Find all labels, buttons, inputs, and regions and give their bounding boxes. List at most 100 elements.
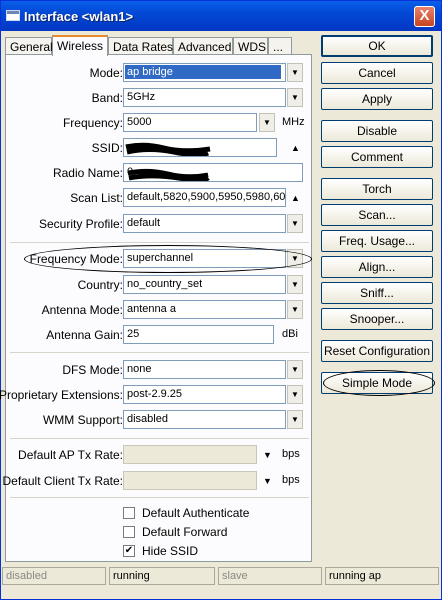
proprietary-extensions-dropdown-icon[interactable]: ▼	[287, 385, 303, 404]
ssid-collapse-icon[interactable]: ▲	[291, 143, 300, 153]
frequency-mode-select[interactable]: superchannel	[123, 249, 286, 268]
country-select[interactable]: no_country_set	[123, 275, 286, 294]
ok-button[interactable]: OK	[321, 35, 433, 57]
tab-data-rates[interactable]: Data Rates	[108, 37, 173, 55]
antenna-gain-unit: dBi	[282, 328, 298, 340]
ssid-label: SSID:	[91, 141, 123, 155]
scan-button[interactable]: Scan...	[321, 204, 433, 226]
scan-list-row: Scan List: default,5820,5900,5950,5980,6…	[6, 188, 313, 208]
frequency-row: Frequency: 5000 ▼ MHz	[6, 113, 313, 133]
snooper-button[interactable]: Snooper...	[321, 308, 433, 330]
band-label: Band:	[91, 91, 123, 105]
wmm-support-row: WMM Support: disabled ▼	[6, 410, 313, 430]
frequency-input[interactable]: 5000	[123, 113, 257, 132]
divider	[10, 438, 309, 439]
close-button[interactable]: X	[414, 6, 435, 27]
radio-name-row: Radio Name: 0	[6, 163, 313, 183]
tab-wds[interactable]: WDS	[233, 37, 268, 55]
radio-name-input[interactable]: 0	[123, 163, 303, 182]
apply-button[interactable]: Apply	[321, 88, 433, 110]
redaction-scribble-icon	[127, 168, 210, 181]
band-dropdown-icon[interactable]: ▼	[287, 88, 303, 107]
security-profile-label: Security Profile:	[38, 217, 123, 231]
cancel-button[interactable]: Cancel	[321, 62, 433, 84]
checkbox-box[interactable]: ✔	[123, 545, 135, 557]
comment-button[interactable]: Comment	[321, 146, 433, 168]
status-running: running	[109, 567, 215, 585]
antenna-gain-row: Antenna Gain: 25 dBi	[6, 325, 313, 345]
antenna-mode-row: Antenna Mode: antenna a ▼	[6, 300, 313, 320]
checkbox-box[interactable]	[123, 507, 135, 519]
tab-more[interactable]: ...	[268, 37, 292, 55]
simple-mode-button[interactable]: Simple Mode	[321, 372, 433, 394]
mode-select[interactable]: ap bridge	[123, 63, 286, 82]
redaction-scribble-icon	[125, 142, 211, 156]
antenna-mode-label: Antenna Mode:	[41, 303, 123, 317]
disable-button[interactable]: Disable	[321, 120, 433, 142]
default-ap-tx-rate-unit: bps	[282, 448, 300, 460]
dfs-mode-select[interactable]: none	[123, 360, 286, 379]
frequency-mode-label: Frequency Mode:	[29, 252, 123, 266]
mode-dropdown-icon[interactable]: ▼	[287, 63, 303, 82]
proprietary-extensions-select[interactable]: post-2.9.25	[123, 385, 286, 404]
frequency-mode-row: Frequency Mode: superchannel ▼	[6, 249, 313, 269]
wmm-support-label: WMM Support:	[42, 413, 123, 427]
scan-list-label: Scan List:	[70, 191, 123, 205]
default-forward-label: Default Forward	[142, 525, 228, 539]
default-authenticate-label: Default Authenticate	[142, 506, 250, 520]
band-row: Band: 5GHz ▼	[6, 88, 313, 108]
divider	[10, 242, 309, 243]
divider	[10, 497, 309, 498]
status-slave: slave	[218, 567, 322, 585]
scan-list-collapse-icon[interactable]: ▲	[291, 193, 300, 203]
align-button[interactable]: Align...	[321, 256, 433, 278]
window-icon	[6, 10, 20, 21]
freq-usage-button[interactable]: Freq. Usage...	[321, 230, 433, 252]
band-select[interactable]: 5GHz	[123, 88, 286, 107]
status-running-ap: running ap	[325, 567, 439, 585]
tab-advanced[interactable]: Advanced	[173, 37, 233, 55]
ssid-row: SSID: ▲	[6, 138, 313, 158]
checkbox-box[interactable]	[123, 526, 135, 538]
sniff-button[interactable]: Sniff...	[321, 282, 433, 304]
frequency-dropdown-icon[interactable]: ▼	[259, 113, 275, 132]
tab-general[interactable]: General	[5, 37, 53, 55]
antenna-gain-input[interactable]: 25	[123, 325, 274, 344]
frequency-mode-dropdown-icon[interactable]: ▼	[287, 249, 303, 268]
dfs-mode-label: DFS Mode:	[62, 363, 123, 377]
country-dropdown-icon[interactable]: ▼	[287, 275, 303, 294]
scan-list-input[interactable]: default,5820,5900,5950,5980,60	[123, 188, 286, 207]
dfs-mode-dropdown-icon[interactable]: ▼	[287, 360, 303, 379]
dfs-mode-row: DFS Mode: none ▼	[6, 360, 313, 380]
torch-button[interactable]: Torch	[321, 178, 433, 200]
ssid-input[interactable]	[123, 138, 277, 157]
window-title: Interface <wlan1>	[24, 9, 134, 24]
hide-ssid-label: Hide SSID	[142, 544, 199, 558]
divider	[10, 352, 309, 353]
status-bar: disabled running slave running ap	[1, 567, 441, 587]
reset-configuration-button[interactable]: Reset Configuration	[321, 340, 433, 362]
radio-name-label: Radio Name:	[52, 166, 123, 180]
default-ap-tx-rate-input[interactable]	[123, 445, 257, 464]
interface-window: Interface <wlan1> X General Wireless Dat…	[0, 0, 442, 600]
tab-wireless[interactable]: Wireless	[52, 35, 108, 56]
frequency-unit: MHz	[282, 116, 305, 128]
default-client-tx-rate-unit: bps	[282, 474, 300, 486]
security-profile-dropdown-icon[interactable]: ▼	[287, 214, 303, 233]
antenna-mode-select[interactable]: antenna a	[123, 300, 286, 319]
frequency-label: Frequency:	[62, 116, 123, 130]
wmm-support-dropdown-icon[interactable]: ▼	[287, 410, 303, 429]
wmm-support-select[interactable]: disabled	[123, 410, 286, 429]
proprietary-extensions-label: Proprietary Extensions:	[0, 388, 123, 402]
wireless-panel: Mode: ap bridge ▼ Band: 5GHz ▼ Frequency…	[0, 54, 313, 562]
status-disabled: disabled	[2, 567, 106, 585]
default-client-tx-rate-dropdown-icon[interactable]: ▼	[263, 476, 272, 486]
mode-row: Mode: ap bridge ▼	[6, 63, 313, 83]
title-bar[interactable]: Interface <wlan1> X	[1, 1, 441, 31]
country-label: Country:	[77, 278, 123, 292]
default-ap-tx-rate-dropdown-icon[interactable]: ▼	[263, 450, 272, 460]
security-profile-select[interactable]: default	[123, 214, 286, 233]
proprietary-extensions-row: Proprietary Extensions: post-2.9.25 ▼	[0, 385, 313, 405]
default-client-tx-rate-input[interactable]	[123, 471, 257, 490]
antenna-mode-dropdown-icon[interactable]: ▼	[287, 300, 303, 319]
